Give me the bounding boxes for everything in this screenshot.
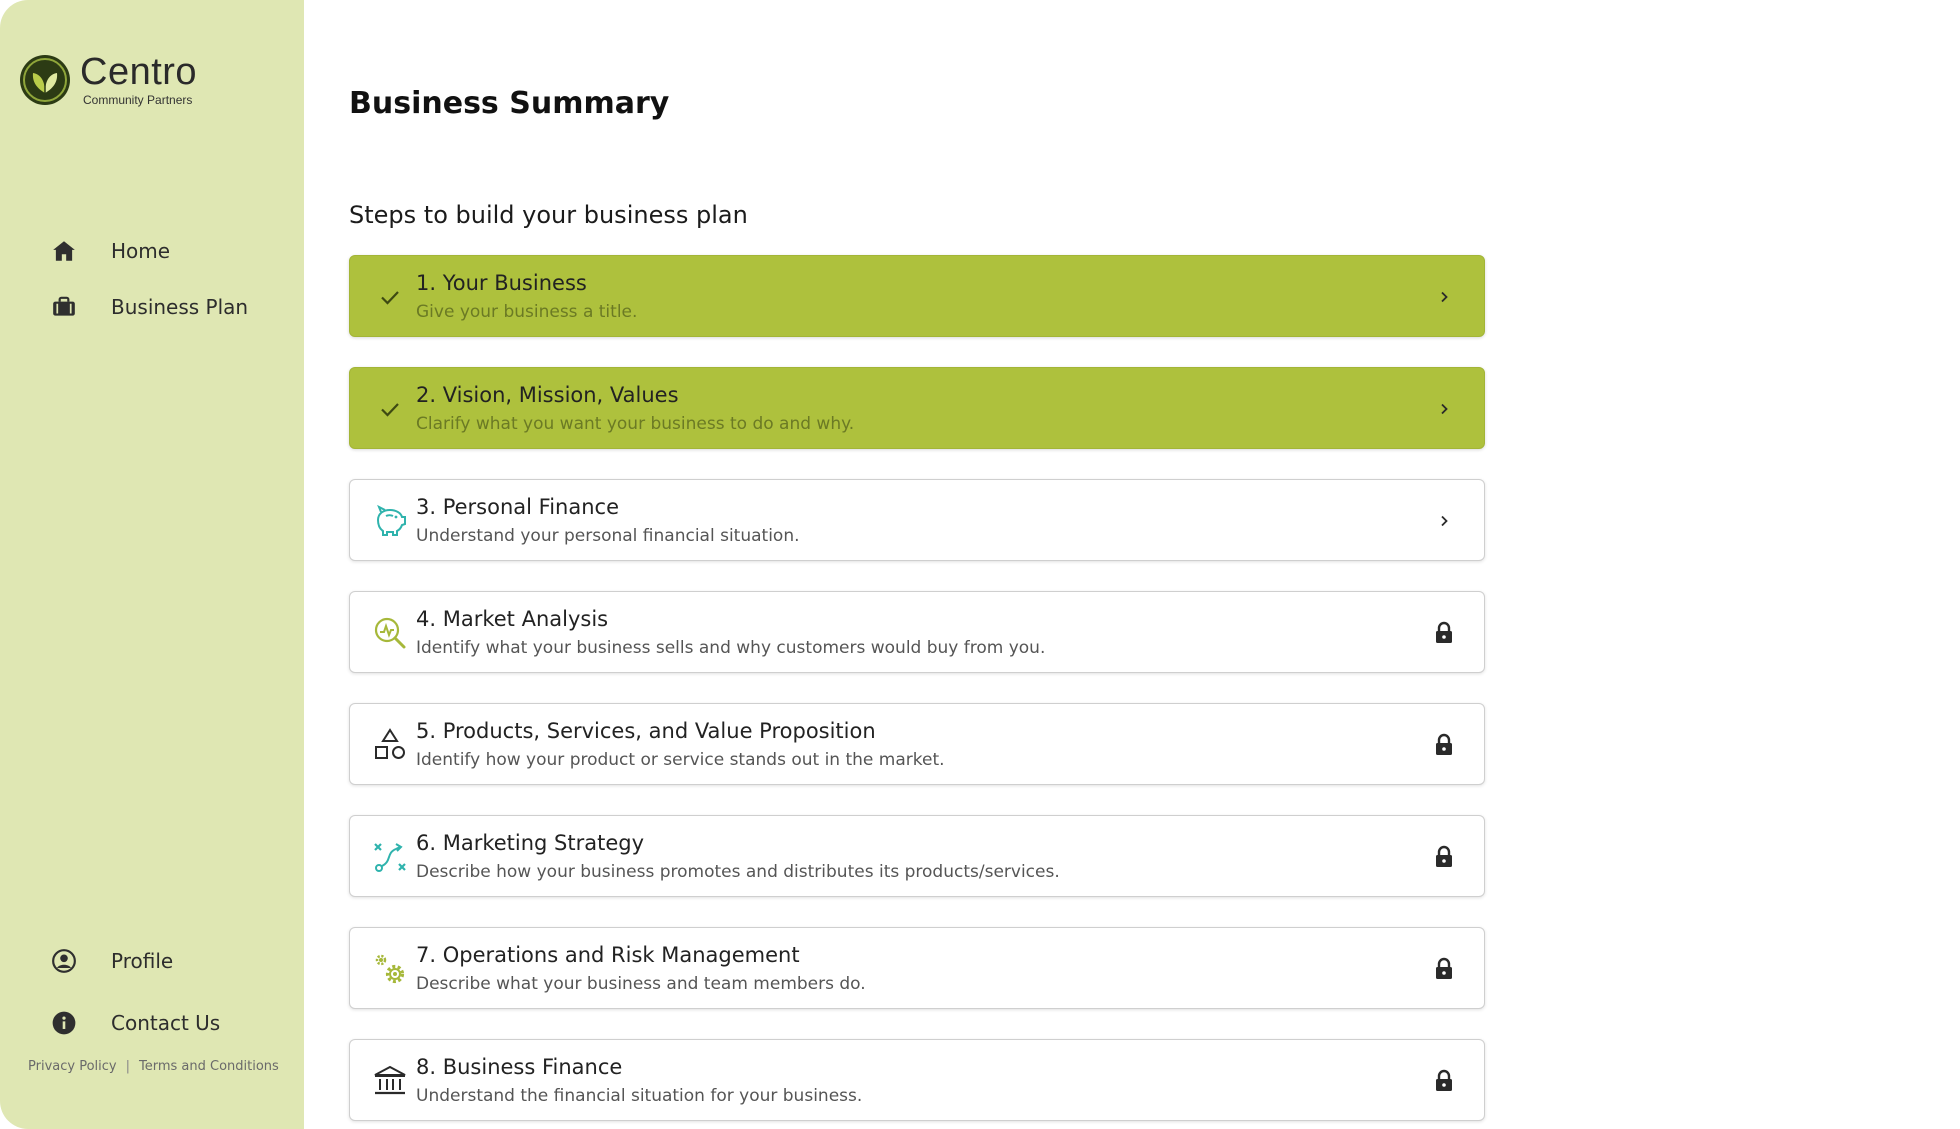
step-description: Give your business a title. <box>416 302 638 322</box>
step-title: 7. Operations and Risk Management <box>416 943 800 967</box>
step-card-marketing-strategy[interactable]: 6. Marketing Strategy Describe how your … <box>349 815 1485 897</box>
sidebar-item-home[interactable]: Home <box>50 237 170 265</box>
step-card-products-services[interactable]: 5. Products, Services, and Value Proposi… <box>349 703 1485 785</box>
step-card-operations-risk[interactable]: 7. Operations and Risk Management Descri… <box>349 927 1485 1009</box>
step-title: 2. Vision, Mission, Values <box>416 383 679 407</box>
step-title: 5. Products, Services, and Value Proposi… <box>416 719 876 743</box>
page-title: Business Summary <box>349 86 670 121</box>
market-analysis-icon <box>370 613 410 653</box>
chevron-right-icon <box>1430 507 1458 535</box>
brand-tagline: Community Partners <box>83 93 193 107</box>
step-card-personal-finance[interactable]: 3. Personal Finance Understand your pers… <box>349 479 1485 561</box>
check-icon <box>370 277 410 317</box>
lock-icon <box>1430 955 1458 983</box>
lock-icon <box>1430 731 1458 759</box>
piggy-bank-icon <box>370 501 410 541</box>
step-description: Clarify what you want your business to d… <box>416 414 855 434</box>
step-card-your-business[interactable]: 1. Your Business Give your business a ti… <box>349 255 1485 337</box>
leaf-logo-icon <box>20 55 70 105</box>
brand-name: Centro <box>80 51 198 93</box>
step-description: Identify how your product or service sta… <box>416 750 945 770</box>
sidebar-item-label: Business Plan <box>111 295 249 319</box>
step-title: 3. Personal Finance <box>416 495 619 519</box>
step-description: Understand your personal financial situa… <box>416 526 800 546</box>
lock-icon <box>1430 1067 1458 1095</box>
sidebar-item-profile[interactable]: Profile <box>50 947 173 975</box>
step-description: Describe how your business promotes and … <box>416 862 1060 882</box>
sidebar-item-label: Home <box>111 239 171 263</box>
sidebar-item-label: Contact Us <box>111 1011 221 1035</box>
shapes-icon <box>370 725 410 765</box>
sidebar-item-label: Profile <box>111 949 174 973</box>
sidebar: Centro Community Partners Home Business … <box>0 0 304 1129</box>
gears-icon <box>370 949 410 989</box>
sidebar-item-contact-us[interactable]: Contact Us <box>50 1009 220 1037</box>
briefcase-icon <box>50 293 78 321</box>
terms-link[interactable]: Terms and Conditions <box>139 1059 279 1074</box>
step-card-vision-mission-values[interactable]: 2. Vision, Mission, Values Clarify what … <box>349 367 1485 449</box>
privacy-policy-link[interactable]: Privacy Policy <box>28 1059 117 1074</box>
lock-icon <box>1430 619 1458 647</box>
home-icon <box>50 237 78 265</box>
step-card-business-finance[interactable]: 8. Business Finance Understand the finan… <box>349 1039 1485 1121</box>
strategy-path-icon <box>370 837 410 877</box>
step-title: 8. Business Finance <box>416 1055 623 1079</box>
step-card-market-analysis[interactable]: 4. Market Analysis Identify what your bu… <box>349 591 1485 673</box>
bank-icon <box>370 1061 410 1101</box>
step-description: Describe what your business and team mem… <box>416 974 866 994</box>
footer-links: Privacy Policy | Terms and Conditions <box>28 1059 279 1074</box>
info-icon <box>50 1009 78 1037</box>
lock-icon <box>1430 843 1458 871</box>
step-description: Identify what your business sells and wh… <box>416 638 1046 658</box>
step-title: 1. Your Business <box>416 271 587 295</box>
brand-logo[interactable]: Centro Community Partners <box>18 52 197 108</box>
chevron-right-icon <box>1430 395 1458 423</box>
step-description: Understand the financial situation for y… <box>416 1086 863 1106</box>
step-title: 4. Market Analysis <box>416 607 609 631</box>
footer-separator: | <box>125 1059 130 1074</box>
sidebar-item-business-plan[interactable]: Business Plan <box>50 293 248 321</box>
app-window: Centro Community Partners Home Business … <box>0 0 1960 1129</box>
check-icon <box>370 389 410 429</box>
section-title: Steps to build your business plan <box>349 201 748 229</box>
chevron-right-icon <box>1430 283 1458 311</box>
step-title: 6. Marketing Strategy <box>416 831 645 855</box>
user-circle-icon <box>50 947 78 975</box>
